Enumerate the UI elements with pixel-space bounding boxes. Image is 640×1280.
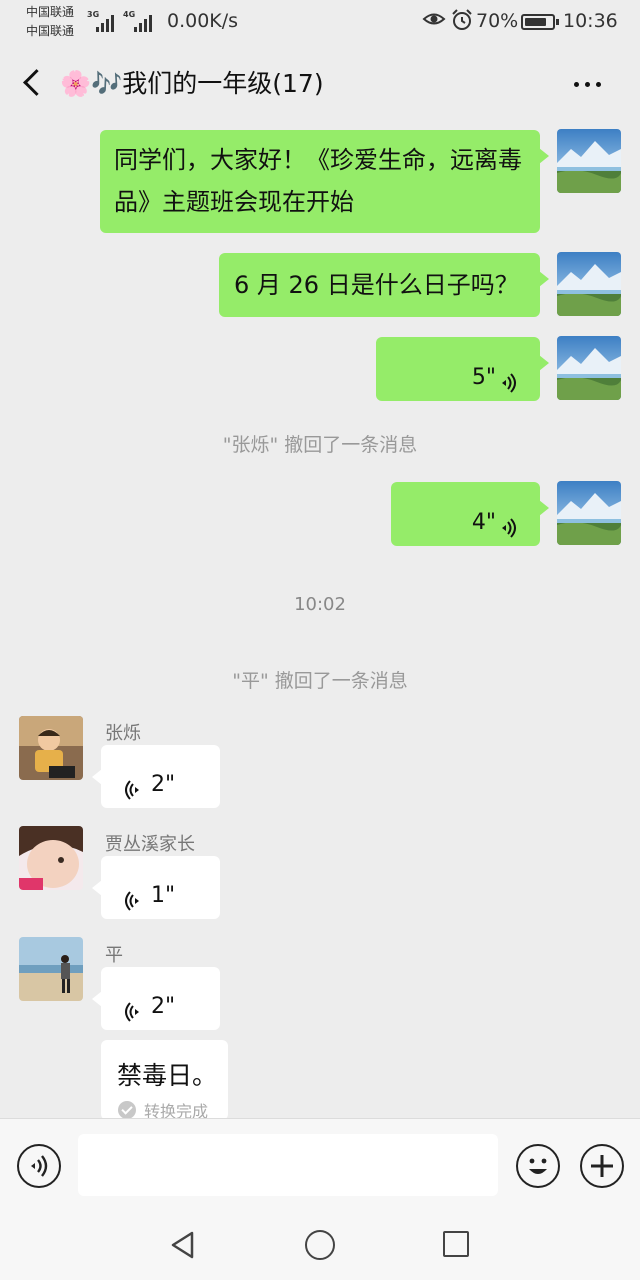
more-options-button[interactable]: [568, 64, 608, 104]
message-text: 同学们，大家好！《珍爱生命，远离毒品》主题班会现在开始: [114, 146, 522, 216]
chat-header: 🌸🎶我们的一年级(17): [0, 44, 640, 120]
voice-message[interactable]: 5": [376, 337, 549, 401]
message-input[interactable]: [78, 1134, 498, 1196]
eye-icon: [422, 8, 446, 35]
converted-text: 禁毒日。: [117, 1061, 218, 1090]
my-avatar[interactable]: [557, 481, 621, 545]
nav-back-button[interactable]: [168, 1230, 198, 1260]
battery-icon: [521, 14, 559, 30]
message-bubble[interactable]: 同学们，大家好！《珍爱生命，远离毒品》主题班会现在开始: [100, 130, 549, 233]
smiley-icon: [529, 1158, 547, 1174]
emoji-button[interactable]: [516, 1144, 560, 1188]
nav-home-button[interactable]: [305, 1230, 335, 1260]
voice-duration: 5": [471, 365, 496, 390]
input-bar: [0, 1118, 640, 1210]
my-avatar[interactable]: [557, 129, 621, 193]
voice-duration: 2": [151, 772, 176, 797]
triangle-back-icon: [171, 1231, 194, 1259]
chat-title: 🌸🎶我们的一年级(17): [60, 69, 324, 98]
signal-icon-1: [96, 12, 116, 32]
nav-recents-button[interactable]: [443, 1231, 469, 1257]
voice-message[interactable]: 2": [92, 967, 220, 1030]
my-avatar[interactable]: [557, 336, 621, 400]
sender-name: 贾丛溪家长: [105, 834, 195, 855]
voice-duration: 2": [151, 994, 176, 1019]
voice-wave-icon: [123, 996, 145, 1022]
status-bar: 中国联通 中国联通 3G 4G 0.00K/s 70% 10:36: [0, 0, 640, 44]
back-button[interactable]: [14, 62, 54, 102]
voice-message[interactable]: 2": [92, 745, 220, 808]
message-bubble[interactable]: 6 月 26 日是什么日子吗？: [219, 253, 549, 317]
clock-time: 10:36: [563, 10, 618, 32]
check-icon: [118, 1101, 136, 1119]
voice-duration: 4": [471, 510, 496, 535]
my-avatar[interactable]: [557, 252, 621, 316]
voice-duration: 1": [151, 883, 176, 908]
carrier-2: 中国联通: [26, 24, 75, 38]
recall-notice: "平" 撤回了一条消息: [232, 670, 408, 692]
recall-notice: "张烁" 撤回了一条消息: [222, 434, 418, 456]
sender-name: 平: [105, 945, 123, 966]
network-speed: 0.00K/s: [167, 10, 239, 32]
voice-message[interactable]: 1": [92, 856, 220, 919]
sender-avatar[interactable]: [19, 937, 83, 1001]
system-navigation-bar: [0, 1210, 640, 1280]
more-functions-button[interactable]: [580, 1144, 624, 1188]
sender-avatar[interactable]: [19, 826, 83, 890]
battery-percent: 70%: [476, 10, 519, 32]
voice-message[interactable]: 4": [391, 482, 549, 546]
voice-wave-icon: [123, 885, 145, 911]
signal-icon-2: [134, 12, 156, 32]
carrier-1: 中国联通: [26, 5, 75, 19]
voice-input-button[interactable]: [17, 1144, 61, 1188]
timestamp: 10:02: [294, 594, 346, 615]
voice-wave-icon: [31, 1155, 48, 1177]
voice-wave-icon: [496, 367, 518, 393]
voice-wave-icon: [123, 774, 145, 800]
voice-wave-icon: [496, 512, 518, 538]
sender-avatar[interactable]: [19, 716, 83, 780]
message-text: 6 月 26 日是什么日子吗？: [234, 271, 519, 299]
sender-name: 张烁: [105, 723, 141, 744]
alarm-icon: [450, 8, 474, 37]
